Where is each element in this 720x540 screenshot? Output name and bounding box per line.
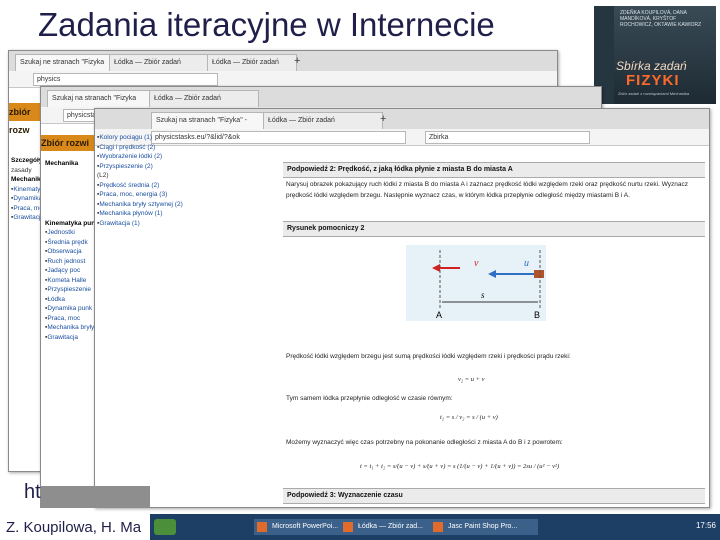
sidebar-item[interactable]: Praca, moc, energia (3) [97, 190, 183, 200]
vector-v-arrowhead [432, 264, 440, 272]
taskbar-item-paintshop[interactable]: Jasc Paint Shop Pro... [430, 519, 538, 535]
distance-label: s [481, 290, 485, 300]
hint-2-text: Narysuj obrazek pokazujący ruch łódki z … [286, 181, 689, 199]
tab-bar: Szukaj na stranach "Fizyka Łódka — Zbiór… [41, 87, 601, 107]
taskbar-item-label: Microsoft PowerPoi... [272, 523, 339, 530]
tab-lodka[interactable]: Łódka — Zbiór zadań [149, 90, 259, 107]
sidebar-item[interactable]: Kometa Halle [45, 276, 95, 286]
sidebar-menu: Mechanika Kinematyka pun Jednostki Średn… [45, 159, 95, 342]
sidebar-item[interactable]: Prędkość średnia (2) [97, 181, 183, 191]
vector-u-arrowhead [488, 270, 496, 278]
hint-2-heading[interactable]: Podpowiedź 2: Prędkość, z jaką łódka pły… [283, 162, 705, 178]
slide-footer: Z. Koupilowa, H. Ma [6, 519, 142, 536]
sidebar-item[interactable]: Ruch jednost [45, 257, 95, 267]
sidebar-item[interactable]: Jednostki [45, 228, 95, 238]
book-subtitle: Zbiór zadań z rozwiązaniami Mechanika [618, 91, 690, 96]
tab-lodka-2[interactable]: Łódka — Zbiór zadań [207, 54, 297, 71]
sidebar-item[interactable]: Mechanika płynów (1) [97, 209, 183, 219]
book-title-line2: FIZYKI [626, 72, 680, 89]
book-title-line1: Sbírka zadań [616, 59, 687, 73]
taskbar-item-label: Łódka — Zbiór zad... [358, 523, 423, 530]
tab-search[interactable]: Szukaj ne stranach "Fizyka [15, 54, 113, 71]
sidebar-item[interactable]: Średnia prędk [45, 238, 95, 248]
taskbar-item-browser[interactable]: Łódka — Zbiór zad... [340, 519, 442, 535]
point-a-label: A [436, 310, 443, 320]
start-button[interactable] [154, 519, 176, 535]
sidebar-item[interactable]: Jadący poc [45, 266, 95, 276]
formula-2: t₂ = s / v₂ = s / (u + v) [440, 414, 498, 421]
hint-3-heading[interactable]: Podpowiedź 3: Wyznaczenie czasu [283, 488, 705, 504]
taskbar-item-label: Jasc Paint Shop Pro... [448, 523, 518, 530]
sidebar-item[interactable]: Przyspieszenie [45, 285, 95, 295]
time-text: Tym samem łódka przepłynie odległość w c… [286, 395, 453, 402]
sidebar-item[interactable]: Mechanika bryły [45, 323, 95, 333]
sidebar-item[interactable]: Przyspieszenie (2) [97, 162, 183, 172]
sidebar-item[interactable]: Mechanika [45, 159, 95, 169]
taskbar-item-powerpoint[interactable]: Microsoft PowerPoi... [254, 519, 352, 535]
tab-lodka[interactable]: Łódka — Zbiór zadań [109, 54, 211, 71]
sidebar-item[interactable]: Grawitacja (1) [97, 219, 183, 229]
sidebar-item[interactable]: Grawitacja [45, 333, 95, 343]
formula-1: v₂ = u + v [458, 376, 485, 383]
taskbar-clock: 17:56 [695, 521, 716, 530]
boat-shape [534, 270, 544, 278]
site-banner-label: Zbiór rozwi [41, 135, 101, 151]
speed-text: Prędkość łódki względem brzegu jest sumą… [286, 353, 571, 360]
paintshop-icon [433, 522, 443, 532]
vector-u-label: u [524, 258, 529, 269]
sidebar-item[interactable]: Ciągi i prędkość (2) [97, 143, 183, 153]
book-authors: Zdeňka Koupilová, Dana Mandíková, Kryšto… [620, 10, 702, 28]
tab-search[interactable]: Szukaj na stranach "Fizyka [47, 90, 153, 107]
sidebar-item[interactable]: Praca, moc [45, 314, 95, 324]
sidebar-item[interactable]: Wyobrażenie łódki (2) [97, 152, 183, 162]
book-cover-image: Zdeňka Koupilová, Dana Mandíková, Kryšto… [594, 6, 716, 104]
total-text: Możemy wyznaczyć więc czas potrzebny na … [286, 439, 563, 446]
sidebar-item[interactable]: Mechanika bryły sztywnej (2) [97, 200, 182, 210]
point-b-label: B [534, 310, 541, 320]
new-tab-plus-icon[interactable]: + [380, 113, 386, 125]
sidebar-item[interactable]: (L2) [97, 171, 183, 181]
sidebar-item[interactable]: Kinematyka pun [45, 219, 95, 229]
tab-search[interactable]: Szukaj na stranach "Fizyka" - [151, 112, 267, 129]
sidebar-item[interactable]: Obserwacja [45, 247, 95, 257]
left-taskbar-strip [40, 486, 150, 508]
url-field[interactable]: physicstasks.eu/?&lid/?&ok [151, 131, 406, 144]
new-tab-plus-icon[interactable]: + [294, 55, 300, 67]
tab-lodka[interactable]: Łódka — Zbiór zadań [263, 112, 383, 129]
tab-bar: Szukaj na stranach "Fizyka" - Łódka — Zb… [95, 109, 709, 129]
tab-bar: Szukaj ne stranach "Fizyka Łódka — Zbiór… [9, 51, 557, 71]
sidebar-item[interactable]: Dynamika punk [45, 304, 95, 314]
powerpoint-icon [257, 522, 267, 532]
vector-v-label: v [474, 258, 479, 269]
search-field[interactable]: Zbirka [425, 131, 590, 144]
figure-heading: Rysunek pomocniczy 2 [283, 221, 705, 237]
sidebar-menu: Kolory pociągu (1) Ciągi i prędkość (2) … [97, 133, 183, 228]
url-bar: physicstasks.eu/?&lid/?&ok Zbirka [95, 129, 709, 146]
windows-taskbar: Microsoft PowerPoi... Łódka — Zbiór zad.… [150, 514, 720, 540]
link-fragment: ht [24, 481, 41, 503]
slide-title: Zadania iteracyjne w Internecie [38, 6, 495, 43]
url-field[interactable]: physics [33, 73, 218, 86]
formula-3: t = t₁ + t₂ = s/(u − v) + s/(u + v) = s … [360, 463, 560, 470]
sidebar-item[interactable]: Kolory pociągu (1) [97, 133, 183, 143]
sidebar-item[interactable]: Łódka [45, 295, 95, 305]
firefox-icon [343, 522, 353, 532]
